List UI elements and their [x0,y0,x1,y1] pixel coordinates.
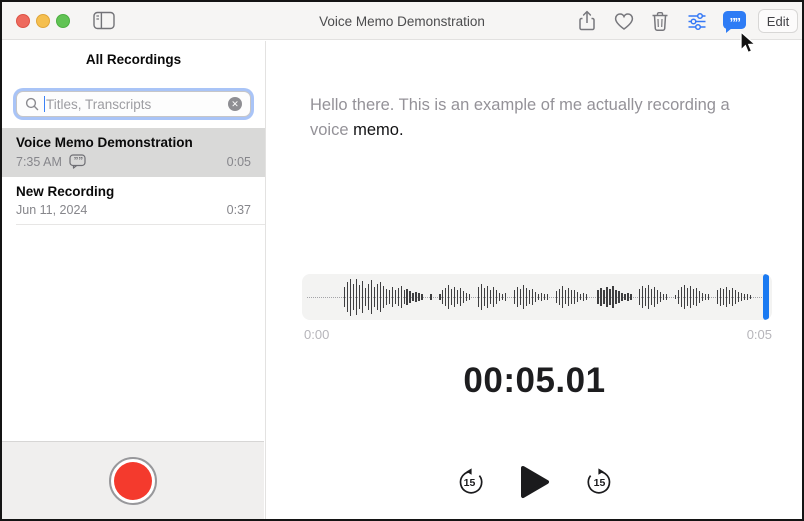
row-divider [16,224,265,225]
sidebar-header: All Recordings [85,52,182,67]
text-caret [44,96,45,112]
quote-bubble-icon: ”” [729,14,742,30]
trash-icon[interactable] [649,10,671,32]
sliders-icon[interactable] [686,10,708,32]
transcript-current-word: memo. [353,121,404,139]
edit-button[interactable]: Edit [758,9,798,33]
transcript-text: Hello there. This is an example of me ac… [310,93,768,143]
search-input[interactable] [46,96,228,112]
search-icon [25,97,39,111]
player-panel: Hello there. This is an example of me ac… [267,41,802,519]
play-button[interactable] [520,465,550,499]
search-field[interactable]: ✕ [16,91,251,117]
recording-title: New Recording [16,184,115,199]
transcript-toggle-button[interactable]: ”” [723,11,746,33]
skip-forward-15-button[interactable]: 15 [586,468,614,496]
playback-controls: 15 15 [267,465,802,499]
recording-time: 7:35 AM [16,154,62,169]
list-item-new-recording[interactable]: New Recording Jun 11, 2024 0:37 [2,177,265,225]
waveform[interactable] [302,274,772,320]
record-area [2,441,264,519]
voice-memos-window: Voice Memo Demonstration ”” Edit All Rec… [0,0,804,521]
waveform-start-time: 0:00 [304,327,330,342]
svg-text:””: ”” [73,156,83,167]
record-button[interactable] [109,456,157,505]
elapsed-time-display: 00:05.01 [463,361,606,400]
waveform-bars [308,274,758,320]
heart-icon[interactable] [613,10,635,32]
recording-date: Jun 11, 2024 [16,203,88,217]
transcript-badge-icon: ”” [69,154,86,169]
waveform-end-time: 0:05 [746,327,772,342]
sidebar: All Recordings ✕ Voice Memo Demonstratio… [2,41,266,519]
window-title: Voice Memo Demonstration [319,13,485,29]
playhead-handle[interactable] [763,274,769,320]
clear-search-icon[interactable]: ✕ [228,97,242,111]
skip-forward-seconds-label: 15 [593,477,606,489]
title-bar: Voice Memo Demonstration ”” Edit [2,2,802,40]
edit-button-label: Edit [766,13,790,29]
skip-back-15-button[interactable]: 15 [456,468,484,496]
recording-duration: 0:05 [226,154,251,169]
recordings-list: Voice Memo Demonstration 7:35 AM ”” 0:05… [2,128,265,225]
record-dot-icon [114,461,152,500]
share-icon[interactable] [576,10,598,32]
list-item-voice-memo-demonstration[interactable]: Voice Memo Demonstration 7:35 AM ”” 0:05 [2,128,265,177]
recording-title: Voice Memo Demonstration [16,135,193,150]
recording-duration: 0:37 [226,203,251,217]
skip-back-seconds-label: 15 [463,477,476,489]
